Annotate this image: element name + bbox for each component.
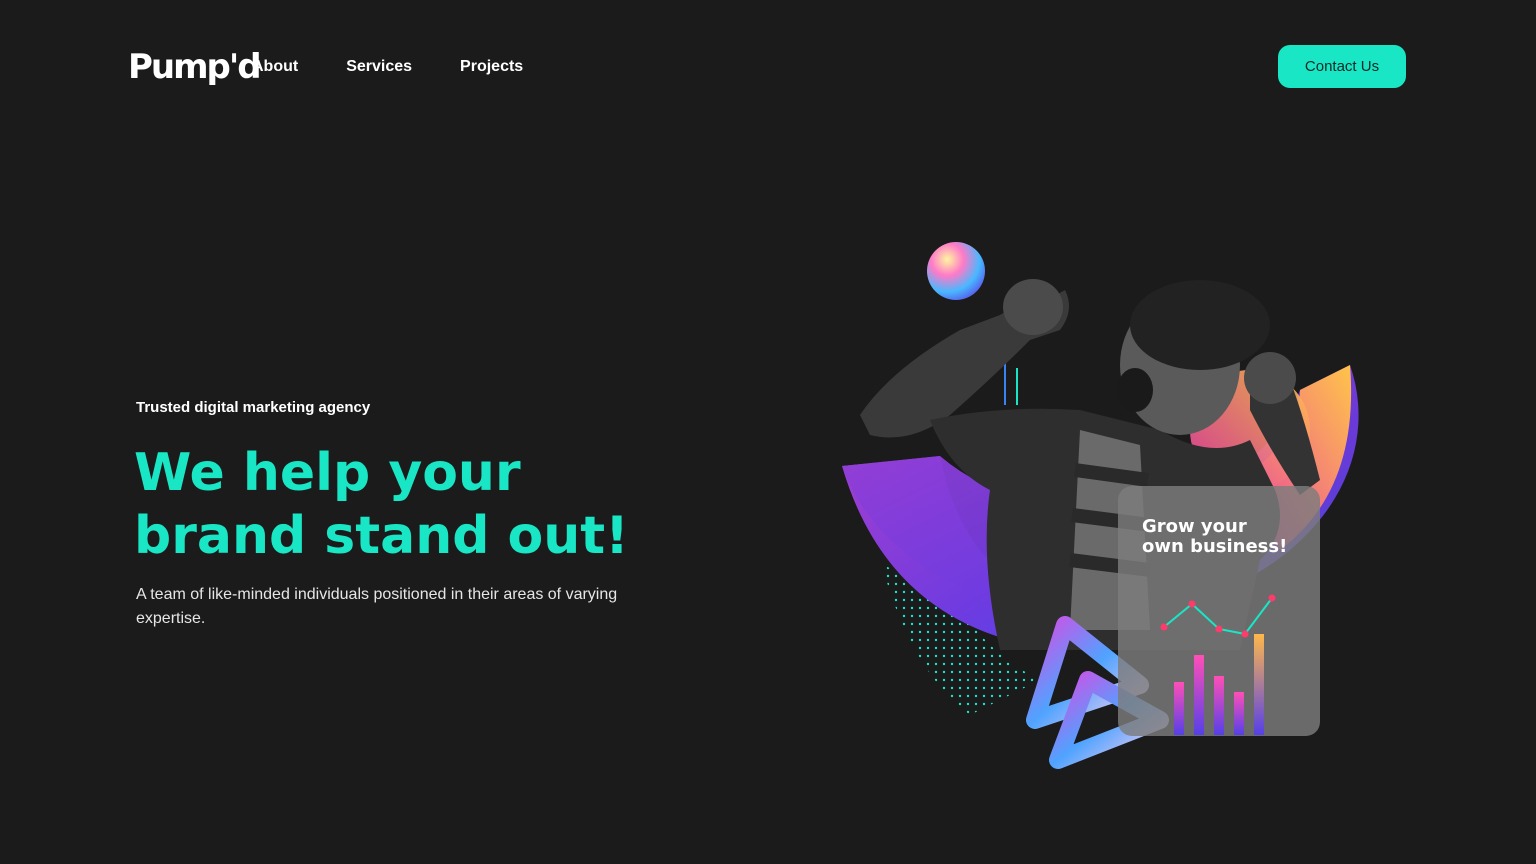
hero-headline: We help your brand stand out! xyxy=(134,442,629,568)
nav-about[interactable]: About xyxy=(252,58,298,76)
hero-description: A team of like-minded individuals positi… xyxy=(136,586,618,627)
growth-point xyxy=(1215,625,1223,633)
gradient-orb xyxy=(927,242,985,300)
nav-projects[interactable]: Projects xyxy=(460,58,523,76)
growth-card: Grow your own business! xyxy=(1118,486,1320,736)
nav-services[interactable]: Services xyxy=(346,58,412,76)
growth-bar xyxy=(1174,682,1184,735)
main-nav: About Services Projects xyxy=(252,58,523,76)
card-title-line-1: Grow your xyxy=(1142,516,1247,537)
hero-illustration: Grow your own business! xyxy=(842,242,1359,769)
growth-point xyxy=(1241,630,1249,638)
growth-bar xyxy=(1194,655,1204,735)
headline-line-1: We help your xyxy=(134,443,521,503)
contact-us-button[interactable]: Contact Us xyxy=(1278,45,1406,88)
growth-bar xyxy=(1234,692,1244,735)
headline-line-2: brand stand out! xyxy=(134,506,629,566)
brand-logo[interactable]: Pump'd xyxy=(128,42,262,92)
hero-eyebrow: Trusted digital marketing agency xyxy=(136,399,371,416)
growth-point xyxy=(1188,600,1196,608)
growth-point xyxy=(1268,594,1276,602)
growth-bar xyxy=(1214,676,1224,735)
growth-point xyxy=(1160,623,1168,631)
card-title-line-2: own business! xyxy=(1142,536,1287,557)
growth-bar xyxy=(1254,634,1264,735)
